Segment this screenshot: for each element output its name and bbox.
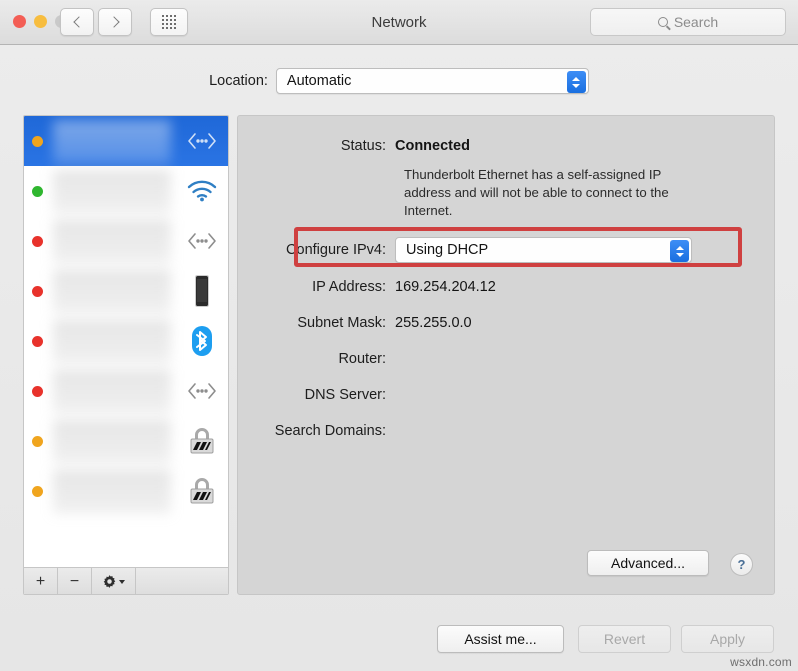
service-actions-button[interactable] xyxy=(92,568,136,594)
configure-ipv4-label: Configure IPv4: xyxy=(286,242,386,258)
service-list-toolbar: + − xyxy=(24,567,228,594)
list-item[interactable] xyxy=(24,266,228,316)
status-row: Status: Connected xyxy=(238,138,470,154)
ethernet-icon xyxy=(183,372,221,410)
service-label xyxy=(53,170,171,214)
network-service-list[interactable]: + − xyxy=(23,115,229,595)
ethernet-icon xyxy=(183,222,221,260)
chevron-updown-icon xyxy=(566,71,586,93)
search-placeholder: Search xyxy=(673,14,719,30)
network-preferences-window: Network Search Location: Automatic + − S… xyxy=(0,0,798,671)
revert-button: Revert xyxy=(578,625,671,653)
configure-ipv4-select[interactable]: Using DHCP xyxy=(395,237,692,263)
search-icon xyxy=(657,17,668,27)
list-item[interactable] xyxy=(24,166,228,216)
search-input[interactable]: Search xyxy=(590,8,786,36)
ip-address-row: IP Address: 169.254.204.12 xyxy=(238,279,496,295)
list-item[interactable] xyxy=(24,366,228,416)
service-label xyxy=(53,220,171,264)
status-badge xyxy=(32,235,43,247)
window-titlebar: Network Search xyxy=(0,0,798,45)
status-value: Connected xyxy=(395,138,470,154)
ethernet-icon xyxy=(183,122,221,160)
service-label xyxy=(53,470,171,514)
iphone-icon xyxy=(183,272,221,310)
subnet-mask-row: Subnet Mask: 255.255.0.0 xyxy=(238,315,472,331)
list-item[interactable] xyxy=(24,216,228,266)
list-item[interactable] xyxy=(24,466,228,516)
status-badge xyxy=(32,285,43,297)
subnet-mask-value: 255.255.0.0 xyxy=(395,315,472,331)
list-item[interactable] xyxy=(24,116,228,166)
gear-icon xyxy=(103,575,116,588)
chevron-down-icon xyxy=(119,579,125,584)
location-label: Location: xyxy=(209,73,268,89)
list-item[interactable] xyxy=(24,416,228,466)
add-service-button[interactable]: + xyxy=(24,568,58,594)
vpn-lock-icon xyxy=(183,472,221,510)
location-selected-value: Automatic xyxy=(286,73,352,89)
search-domains-row: Search Domains: xyxy=(238,423,395,439)
location-select[interactable]: Automatic xyxy=(275,68,589,94)
service-label xyxy=(53,420,171,464)
router-row: Router: xyxy=(238,351,395,367)
configure-ipv4-row: Configure IPv4: Using DHCP xyxy=(238,237,692,263)
help-button[interactable]: ? xyxy=(730,553,753,576)
status-badge xyxy=(32,185,43,197)
status-badge xyxy=(32,485,43,497)
search-domains-label: Search Domains: xyxy=(274,423,386,439)
remove-service-button[interactable]: − xyxy=(58,568,92,594)
status-badge xyxy=(32,385,43,397)
subnet-mask-label: Subnet Mask: xyxy=(297,315,386,331)
configure-ipv4-value: Using DHCP xyxy=(406,242,489,258)
chevron-updown-icon xyxy=(670,240,689,262)
bluetooth-icon xyxy=(183,322,221,360)
list-item[interactable] xyxy=(24,316,228,366)
wifi-icon xyxy=(183,172,221,210)
assist-me-button[interactable]: Assist me... xyxy=(437,625,564,653)
service-label xyxy=(53,320,171,364)
service-detail-pane: Status: Connected Thunderbolt Ethernet h… xyxy=(237,115,775,595)
status-badge xyxy=(32,135,43,147)
status-badge xyxy=(32,335,43,347)
vpn-lock-icon xyxy=(183,422,221,460)
watermark: wsxdn.com xyxy=(730,655,792,669)
status-badge xyxy=(32,435,43,447)
dns-server-row: DNS Server: xyxy=(238,387,395,403)
advanced-button[interactable]: Advanced... xyxy=(587,550,709,576)
service-label xyxy=(53,270,171,314)
status-description: Thunderbolt Ethernet has a self-assigned… xyxy=(404,167,669,218)
service-rows xyxy=(24,116,228,559)
service-label xyxy=(53,370,171,414)
dns-server-label: DNS Server: xyxy=(304,387,386,403)
router-label: Router: xyxy=(338,351,386,367)
apply-button: Apply xyxy=(681,625,774,653)
status-label: Status: xyxy=(340,138,386,154)
location-row: Location: Automatic xyxy=(0,68,798,94)
ip-address-label: IP Address: xyxy=(312,279,386,295)
ip-address-value: 169.254.204.12 xyxy=(395,279,496,295)
service-label xyxy=(53,120,171,164)
